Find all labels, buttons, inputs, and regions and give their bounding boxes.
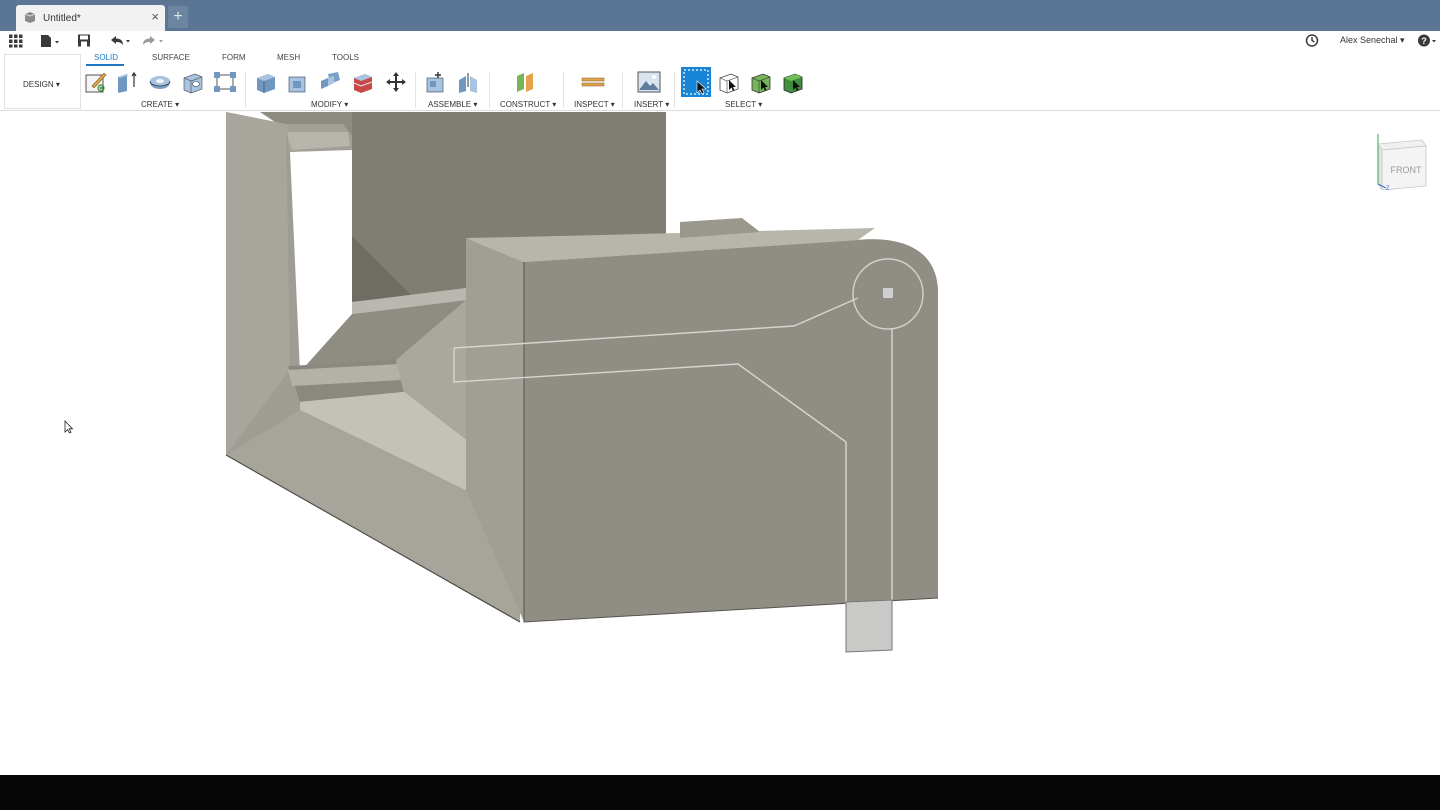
create-sketch-icon[interactable] <box>84 70 108 94</box>
hole-icon[interactable] <box>181 70 205 94</box>
separator <box>622 72 623 108</box>
help-icon[interactable]: ? <box>1417 33 1439 48</box>
select-icon[interactable] <box>681 67 711 97</box>
model-front-face <box>524 239 938 622</box>
sketch-center-point <box>883 288 893 298</box>
job-status-icon[interactable] <box>1305 33 1319 48</box>
move-icon[interactable] <box>384 70 408 94</box>
tab-mesh[interactable]: MESH <box>277 53 300 62</box>
joint-icon[interactable] <box>456 70 480 94</box>
document-tab-title: Untitled* <box>43 13 81 24</box>
fusion-window: Untitled* × + Alex Senechal ▾ ? DESIGN ▾… <box>0 0 1440 810</box>
redo-icon[interactable] <box>140 33 166 48</box>
measure-icon[interactable] <box>581 70 605 94</box>
insert-image-icon[interactable] <box>637 70 661 94</box>
quick-access-bar: Alex Senechal ▾ ? <box>0 31 1440 50</box>
modify-menu[interactable]: MODIFY ▾ <box>311 100 348 109</box>
3d-model[interactable] <box>0 111 1440 775</box>
window-select-icon[interactable] <box>717 70 741 94</box>
create-menu[interactable]: CREATE ▾ <box>141 100 179 109</box>
viewcube[interactable]: FRONT Z <box>1372 128 1428 190</box>
new-component-icon[interactable] <box>424 70 448 94</box>
extrude-icon[interactable] <box>115 70 139 94</box>
chamfer-icon[interactable] <box>318 70 342 94</box>
new-tab-button[interactable]: + <box>168 6 188 28</box>
select-menu[interactable]: SELECT ▾ <box>725 100 762 109</box>
assemble-menu[interactable]: ASSEMBLE ▾ <box>428 100 477 109</box>
body-select-icon[interactable] <box>781 70 805 94</box>
svg-text:?: ? <box>1421 36 1427 46</box>
separator <box>674 72 675 108</box>
fillet-icon[interactable] <box>286 70 310 94</box>
separator <box>489 72 490 108</box>
tab-tools[interactable]: TOOLS <box>332 53 359 62</box>
construct-menu[interactable]: CONSTRUCT ▾ <box>500 100 556 109</box>
face-select-icon[interactable] <box>749 70 773 94</box>
separator <box>415 72 416 108</box>
document-tab-bar: Untitled* × + <box>0 0 1440 31</box>
tab-form[interactable]: FORM <box>222 53 246 62</box>
canvas-viewport[interactable]: FRONT Z <box>0 111 1440 775</box>
viewcube-front-label: FRONT <box>1391 165 1422 175</box>
workspace-switcher[interactable]: DESIGN ▾ <box>4 54 81 109</box>
pattern-icon[interactable] <box>213 70 237 94</box>
save-icon[interactable] <box>77 33 91 48</box>
mouse-pointer-icon <box>64 420 74 434</box>
separator <box>245 72 246 108</box>
tab-solid[interactable]: SOLID <box>94 53 118 62</box>
ribbon-toolbar: DESIGN ▾ SOLID SURFACE FORM MESH TOOLS C… <box>0 50 1440 111</box>
file-menu-icon[interactable] <box>39 33 61 48</box>
inspect-menu[interactable]: INSPECT ▾ <box>574 100 615 109</box>
offset-plane-icon[interactable] <box>513 70 537 94</box>
tab-surface[interactable]: SURFACE <box>152 53 190 62</box>
press-pull-icon[interactable] <box>254 70 278 94</box>
app-grid-icon[interactable] <box>9 33 23 48</box>
separator <box>563 72 564 108</box>
viewcube-z-label: Z <box>1386 186 1390 190</box>
model-bottom-tab <box>845 599 893 653</box>
insert-menu[interactable]: INSERT ▾ <box>634 100 669 109</box>
document-tab[interactable]: Untitled* × <box>16 5 165 31</box>
user-account-menu[interactable]: Alex Senechal ▾ <box>1340 35 1405 46</box>
document-icon <box>24 12 36 23</box>
revolve-icon[interactable] <box>148 70 172 94</box>
workspace-label: DESIGN ▾ <box>23 80 60 89</box>
active-tab-indicator <box>86 64 124 66</box>
bottom-letterbox <box>0 775 1440 810</box>
shell-icon[interactable] <box>351 70 375 94</box>
undo-icon[interactable] <box>108 33 132 48</box>
close-tab-icon[interactable]: × <box>151 10 159 24</box>
